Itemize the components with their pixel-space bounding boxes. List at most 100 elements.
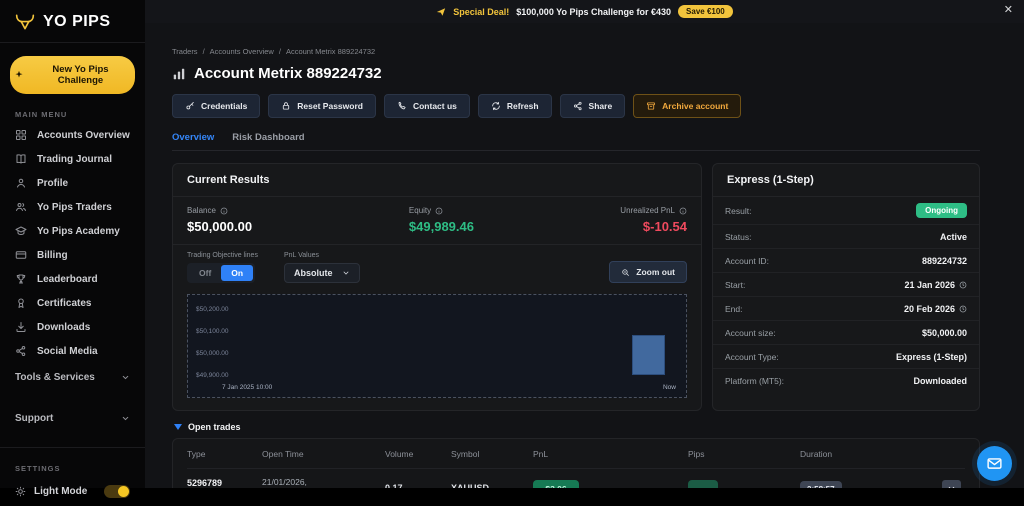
breadcrumb-current: Account Metrix 889224732 [286,47,375,56]
account-type-label: Account Type: [725,352,779,362]
main-menu-heading: MAIN MENU [15,110,145,119]
account-type-value: Express (1-Step) [896,352,967,362]
current-results-title: Current Results [173,164,701,197]
sidebar-item-downloads[interactable]: Downloads [0,315,145,339]
toggle-on-option[interactable]: On [221,265,253,281]
col-symbol: Symbol [451,449,533,459]
col-pips: Pips [688,449,800,459]
archive-icon [646,101,656,111]
chevron-down-icon [121,414,130,423]
action-buttons: Credentials Reset Password Contact us Re… [172,94,980,118]
platform-value: Downloaded [914,376,968,386]
promo-bar: Special Deal! $100,000 Yo Pips Challenge… [145,0,1024,23]
light-mode-toggle[interactable] [104,485,130,498]
y-tick: $49,900.00 [196,372,229,379]
triangle-down-icon [174,424,182,430]
refresh-button[interactable]: Refresh [478,94,552,118]
equity-label: Equity [409,206,431,215]
sidebar-item-profile[interactable]: Profile [0,171,145,195]
trading-objective-toggle[interactable]: Off On [187,263,255,283]
light-mode-row: Light Mode [0,477,145,506]
logo-text: YO PIPS [43,13,111,31]
account-size-value: $50,000.00 [922,328,967,338]
sidebar-item-yo-pips-academy[interactable]: Yo Pips Academy [0,219,145,243]
download-icon [15,321,27,333]
archive-account-button[interactable]: Archive account [633,94,741,118]
pnl-values-select[interactable]: Absolute [284,263,361,283]
sidebar-item-label: Certificates [37,298,91,309]
info-icon [220,207,228,215]
breadcrumb-accounts-overview[interactable]: Accounts Overview [210,47,274,56]
trade-id: 5296789 [187,478,262,488]
trade-symbol: XAUUSD [451,483,533,488]
tab-risk-dashboard[interactable]: Risk Dashboard [232,132,304,143]
app-logo[interactable]: YO PIPS [0,0,145,42]
trophy-icon [15,273,27,285]
account-size-label: Account size: [725,328,776,338]
balance-label: Balance [187,206,216,215]
balance-value: $50,000.00 [187,219,409,234]
sidebar-group-support[interactable]: Support [0,404,145,433]
open-trades-table: Type Open Time Volume Symbol PnL Pips Du… [172,438,980,488]
reset-password-button[interactable]: Reset Password [268,94,376,118]
medal-icon [15,297,27,309]
sidebar-item-accounts-overview[interactable]: Accounts Overview [0,123,145,147]
sidebar-item-yo-pips-traders[interactable]: Yo Pips Traders [0,195,145,219]
info-icon [679,207,687,215]
pnl-badge: $3.06 [533,480,579,488]
breadcrumb-traders[interactable]: Traders [172,47,198,56]
toggle-off-option[interactable]: Off [189,265,221,281]
contact-us-button[interactable]: Contact us [384,94,470,118]
express-row-end: End: 20 Feb 2026 [713,297,979,321]
sidebar-item-label: Trading Journal [37,154,112,165]
bull-logo-icon [14,12,36,32]
book-icon [15,153,27,165]
lock-icon [281,101,291,111]
share-button[interactable]: Share [560,94,626,118]
expand-row-button[interactable] [942,480,961,488]
graduation-cap-icon [15,225,27,237]
sidebar-item-label: Downloads [37,322,90,333]
account-details-card: Express (1-Step) Result: Ongoing Status:… [712,163,980,411]
clock-icon [959,281,967,289]
status-value: Active [940,232,967,242]
clock-icon [959,305,967,313]
chart-controls: Trading Objective lines Off On PnL Value… [173,245,701,291]
new-challenge-label: New Yo Pips Challenge [30,64,131,86]
start-label: Start: [725,280,745,290]
zoom-out-button[interactable]: Zoom out [609,261,687,283]
open-trades-section-toggle[interactable]: Open trades [174,422,980,432]
express-row-platform: Platform (MT5): Downloaded [713,369,979,393]
trade-open-time: 21/01/2026, 13:28:17 [262,477,385,488]
tab-overview[interactable]: Overview [172,132,214,143]
close-icon[interactable]: ✕ [1004,3,1013,16]
sidebar-item-social-media[interactable]: Social Media [0,339,145,363]
credentials-label: Credentials [201,101,247,111]
express-row-result: Result: Ongoing [713,197,979,225]
pips-badge: - [688,480,718,488]
sidebar-item-label: Profile [37,178,68,189]
equity-chart[interactable]: $50,200.00 $50,100.00 $50,000.00 $49,900… [187,294,687,398]
tabs: Overview Risk Dashboard [172,132,980,151]
express-row-start: Start: 21 Jan 2026 [713,273,979,297]
chat-button[interactable] [977,446,1012,481]
trading-objective-control: Trading Objective lines Off On [187,252,258,283]
sidebar-group-tools-services[interactable]: Tools & Services [0,363,145,392]
result-label: Result: [725,206,751,216]
main-content: Traders / Accounts Overview / Account Me… [145,23,1024,488]
sidebar-item-leaderboard[interactable]: Leaderboard [0,267,145,291]
magnifier-minus-icon [621,268,630,277]
sidebar-item-trading-journal[interactable]: Trading Journal [0,147,145,171]
credentials-button[interactable]: Credentials [172,94,260,118]
users-icon [15,201,27,213]
new-challenge-button[interactable]: New Yo Pips Challenge [10,56,135,94]
equity-stat: Equity $49,989.46 [409,206,620,234]
sidebar-item-certificates[interactable]: Certificates [0,291,145,315]
envelope-icon [986,455,1003,472]
tools-services-label: Tools & Services [15,372,95,383]
sidebar-item-billing[interactable]: Billing [0,243,145,267]
equity-value: $49,989.46 [409,219,620,234]
end-label: End: [725,304,743,314]
breadcrumb-separator: / [203,47,205,56]
col-volume: Volume [385,449,451,459]
